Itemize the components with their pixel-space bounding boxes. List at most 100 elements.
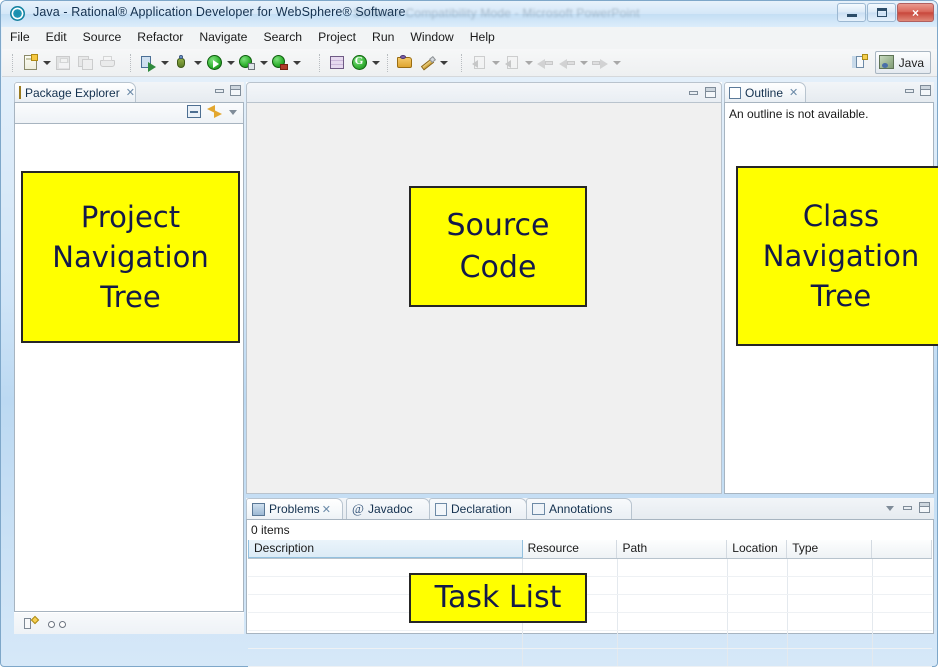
tab-outline[interactable]: Outline ✕ xyxy=(724,82,806,102)
perspective-bar: Java xyxy=(849,51,931,74)
maximize-window-button[interactable] xyxy=(867,3,896,22)
status-bar xyxy=(2,640,937,662)
previous-annotation-dropdown[interactable] xyxy=(523,52,534,73)
menu-item-navigate[interactable]: Navigate xyxy=(191,27,255,46)
perspective-java-button[interactable]: Java xyxy=(874,51,931,74)
tab-javadoc[interactable]: @ Javadoc xyxy=(346,498,430,519)
workbench-area: Package Explorer ✕ Outline ✕ An outline … xyxy=(6,78,934,667)
external-tools-button[interactable] xyxy=(137,52,159,73)
print-button[interactable] xyxy=(96,52,118,73)
view-menu-icon[interactable] xyxy=(228,106,239,117)
last-edit-location-button[interactable] xyxy=(534,52,556,73)
next-annotation-dropdown[interactable] xyxy=(490,52,501,73)
new-package-dropdown[interactable] xyxy=(370,52,381,73)
menu-item-source[interactable]: Source xyxy=(75,27,130,46)
save-button[interactable] xyxy=(52,52,74,73)
problems-table[interactable]: Description Resource Path Location Type xyxy=(248,540,933,667)
callout-project-navigation-tree: Project Navigation Tree xyxy=(21,171,240,343)
toolbar-group-file xyxy=(8,50,118,75)
menu-item-run[interactable]: Run xyxy=(364,27,402,46)
minimize-icon[interactable] xyxy=(214,85,225,96)
column-header-path[interactable]: Path xyxy=(617,540,728,558)
open-perspective-button[interactable] xyxy=(849,52,871,73)
save-icon xyxy=(56,55,70,70)
run-configurations-dropdown[interactable] xyxy=(258,52,269,73)
tab-problems[interactable]: Problems ✕ xyxy=(246,498,343,519)
tab-package-explorer[interactable]: Package Explorer ✕ xyxy=(14,82,136,102)
maximize-icon[interactable] xyxy=(705,87,716,98)
save-all-button[interactable] xyxy=(74,52,96,73)
table-row[interactable] xyxy=(248,577,932,595)
forward-dropdown[interactable] xyxy=(611,52,622,73)
menu-item-search[interactable]: Search xyxy=(255,27,310,46)
annotations-icon xyxy=(532,503,545,515)
menu-item-edit[interactable]: Edit xyxy=(38,27,75,46)
maximize-icon[interactable] xyxy=(919,502,930,513)
tab-declaration[interactable]: Declaration xyxy=(429,498,527,519)
collapse-all-icon[interactable] xyxy=(187,105,201,118)
tab-annotations[interactable]: Annotations xyxy=(526,498,632,519)
run-configurations-icon xyxy=(239,55,255,70)
table-row[interactable] xyxy=(248,559,932,577)
debug-dropdown[interactable] xyxy=(192,52,203,73)
callout-task-list: Task List xyxy=(409,573,587,623)
resize-grip[interactable] xyxy=(919,648,933,662)
close-icon[interactable]: ✕ xyxy=(126,86,135,99)
toolbar-group-search xyxy=(383,50,449,75)
menu-item-refactor[interactable]: Refactor xyxy=(129,27,191,46)
minimize-icon[interactable] xyxy=(688,87,699,98)
minimize-icon[interactable] xyxy=(904,85,915,96)
editor-tabbar[interactable] xyxy=(246,82,722,103)
filters-icon[interactable] xyxy=(48,618,66,629)
new-document-dropdown[interactable] xyxy=(41,52,52,73)
minimize-icon xyxy=(838,4,865,21)
column-header-description[interactable]: Description xyxy=(248,540,523,558)
search-button[interactable] xyxy=(416,52,438,73)
debug-button[interactable] xyxy=(170,52,192,73)
run-dropdown[interactable] xyxy=(225,52,236,73)
table-cell xyxy=(618,559,728,576)
menu-item-help[interactable]: Help xyxy=(462,27,503,46)
new-package-button[interactable] xyxy=(348,52,370,73)
new-java-class-button[interactable] xyxy=(326,52,348,73)
minimize-icon[interactable] xyxy=(902,502,913,513)
run-as-server-button[interactable] xyxy=(269,52,291,73)
menu-item-window[interactable]: Window xyxy=(402,27,461,46)
run-configurations-button[interactable] xyxy=(236,52,258,73)
new-document-button[interactable] xyxy=(19,52,41,73)
column-header-location[interactable]: Location xyxy=(727,540,788,558)
link-with-editor-icon[interactable] xyxy=(207,105,222,118)
maximize-icon[interactable] xyxy=(230,85,241,96)
forward-button[interactable] xyxy=(589,52,611,73)
java-perspective-icon xyxy=(878,55,895,70)
callout-line: Navigation xyxy=(52,239,209,274)
close-icon[interactable]: ✕ xyxy=(789,86,798,99)
package-presentation-icon[interactable] xyxy=(24,617,38,630)
table-row[interactable] xyxy=(248,595,932,613)
table-row[interactable] xyxy=(248,613,932,631)
back-dropdown[interactable] xyxy=(578,52,589,73)
table-cell xyxy=(728,595,788,612)
menu-item-project[interactable]: Project xyxy=(310,27,364,46)
package-explorer-view: Package Explorer ✕ xyxy=(14,82,244,634)
new-package-icon xyxy=(351,55,367,70)
minimize-window-button[interactable] xyxy=(837,3,866,22)
menu-item-file[interactable]: File xyxy=(2,27,38,46)
view-menu-icon[interactable] xyxy=(885,502,896,513)
title-bar: Java - Rational® Application Developer f… xyxy=(1,1,937,27)
run-button[interactable] xyxy=(203,52,225,73)
run-as-server-dropdown[interactable] xyxy=(291,52,302,73)
search-dropdown[interactable] xyxy=(438,52,449,73)
close-window-button[interactable]: × xyxy=(897,3,934,22)
external-tools-dropdown[interactable] xyxy=(159,52,170,73)
previous-annotation-button[interactable] xyxy=(501,52,523,73)
column-header-type[interactable]: Type xyxy=(787,540,873,558)
search-icon xyxy=(420,56,435,70)
maximize-icon[interactable] xyxy=(920,85,931,96)
next-annotation-button[interactable] xyxy=(468,52,490,73)
package-explorer-toolbar xyxy=(14,102,244,125)
column-header-resource[interactable]: Resource xyxy=(523,540,618,558)
close-icon[interactable]: ✕ xyxy=(322,503,331,516)
open-type-button[interactable] xyxy=(394,52,416,73)
back-button[interactable] xyxy=(556,52,578,73)
